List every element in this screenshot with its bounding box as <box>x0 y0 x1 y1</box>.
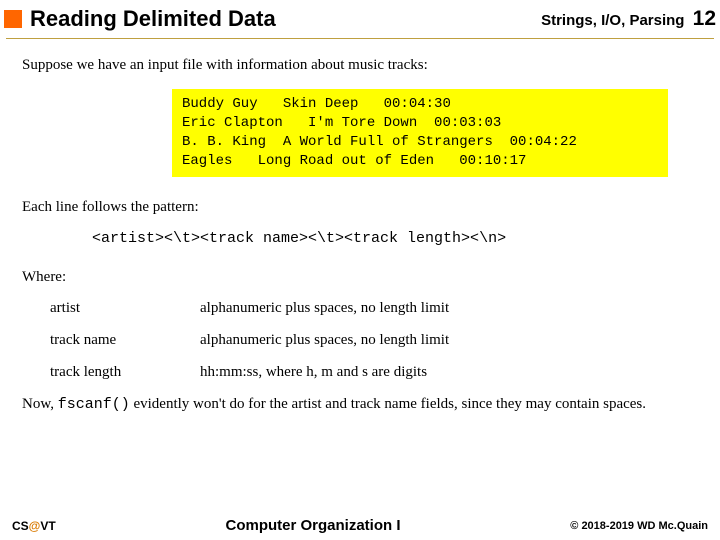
pattern-code: <artist><\t><track name><\t><track lengt… <box>92 229 698 249</box>
def-term: track name <box>50 330 200 350</box>
def-term: track length <box>50 362 200 382</box>
header-topic: Strings, I/O, Parsing <box>541 12 684 29</box>
content-area: Suppose we have an input file with infor… <box>0 39 720 415</box>
sample-data-block: Buddy Guy Skin Deep 00:04:30 Eric Clapto… <box>172 89 668 177</box>
def-row: track name alphanumeric plus spaces, no … <box>50 330 698 350</box>
where-label: Where: <box>22 267 698 287</box>
def-desc: alphanumeric plus spaces, no length limi… <box>200 298 698 318</box>
footer-cs: CS <box>12 519 29 533</box>
footer: CS@VT Computer Organization I © 2018-201… <box>0 517 720 534</box>
footer-at: @ <box>29 519 41 533</box>
pattern-label: Each line follows the pattern: <box>22 197 698 217</box>
slide-title: Reading Delimited Data <box>30 6 541 32</box>
orange-square-icon <box>4 10 22 28</box>
def-desc: alphanumeric plus spaces, no length limi… <box>200 330 698 350</box>
page-number: 12 <box>693 7 716 30</box>
footer-vt: VT <box>40 519 55 533</box>
def-row: artist alphanumeric plus spaces, no leng… <box>50 298 698 318</box>
final-paragraph: Now, fscanf() evidently won't do for the… <box>22 394 698 415</box>
lead-text: Suppose we have an input file with infor… <box>22 55 698 75</box>
def-desc: hh:mm:ss, where h, m and s are digits <box>200 362 698 382</box>
def-term: artist <box>50 298 200 318</box>
footer-left: CS@VT <box>12 519 56 533</box>
footer-center: Computer Organization I <box>56 517 571 534</box>
final-suffix: evidently won't do for the artist and tr… <box>130 396 646 412</box>
header-topic-wrap: Strings, I/O, Parsing 12 <box>541 7 716 31</box>
final-mono: fscanf() <box>58 396 130 413</box>
final-prefix: Now, <box>22 396 58 412</box>
title-bar: Reading Delimited Data Strings, I/O, Par… <box>0 0 720 36</box>
footer-right: © 2018-2019 WD Mc.Quain <box>570 520 708 532</box>
def-row: track length hh:mm:ss, where h, m and s … <box>50 362 698 382</box>
